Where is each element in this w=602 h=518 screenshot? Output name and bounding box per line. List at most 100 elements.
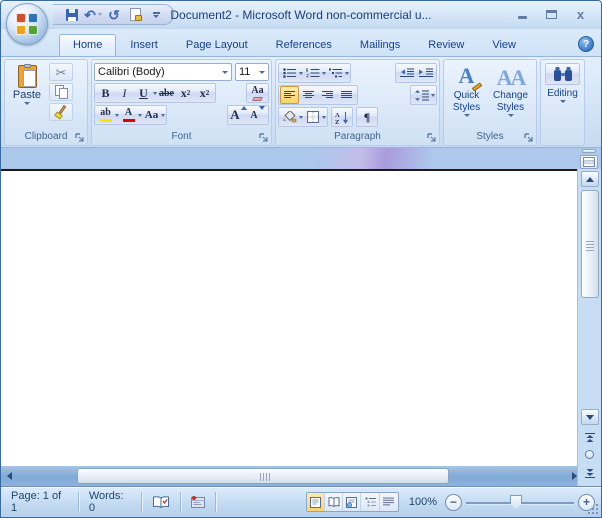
- paragraph-dialog-launcher[interactable]: [427, 133, 437, 143]
- close-button[interactable]: x: [568, 6, 593, 23]
- redo-icon: ↺: [108, 8, 120, 22]
- vertical-scroll-thumb[interactable]: [581, 190, 599, 298]
- increase-indent-button[interactable]: [416, 64, 435, 82]
- superscript-button[interactable]: x2: [195, 84, 214, 102]
- font-name-select[interactable]: Calibri (Body): [94, 63, 232, 81]
- subscript-button[interactable]: x2: [176, 84, 195, 102]
- cut-button[interactable]: ✂: [49, 63, 73, 81]
- clear-formatting-button[interactable]: Aa: [248, 84, 267, 102]
- bold-button[interactable]: B: [96, 84, 115, 102]
- paste-dropdown-arrow-icon[interactable]: [24, 102, 30, 105]
- full-screen-reading-icon: [328, 497, 340, 507]
- shading-button[interactable]: [280, 108, 299, 126]
- scroll-right-button[interactable]: [561, 468, 577, 484]
- shrink-font-button[interactable]: A: [248, 106, 267, 124]
- zoom-slider[interactable]: [466, 494, 574, 511]
- undo-dropdown-arrow-icon[interactable]: [98, 13, 102, 16]
- tab-review[interactable]: Review: [414, 34, 478, 56]
- scroll-up-button[interactable]: [581, 171, 599, 187]
- minimize-button[interactable]: [510, 6, 535, 23]
- format-painter-button[interactable]: [49, 103, 73, 121]
- line-spacing-button[interactable]: [412, 86, 431, 104]
- borders-button[interactable]: [303, 108, 322, 126]
- redo-button[interactable]: ↺: [105, 6, 123, 23]
- draft-view-button[interactable]: [380, 493, 398, 511]
- scroll-down-button[interactable]: [581, 409, 599, 425]
- tab-references[interactable]: References: [262, 34, 346, 56]
- window-controls: x: [510, 6, 593, 23]
- office-button[interactable]: [6, 3, 48, 45]
- bullets-button[interactable]: [280, 64, 299, 82]
- align-right-button[interactable]: [318, 86, 337, 104]
- horizontal-scrollbar[interactable]: [1, 466, 577, 486]
- help-button[interactable]: ?: [578, 36, 594, 52]
- justify-button[interactable]: [337, 86, 356, 104]
- decrease-indent-button[interactable]: [397, 64, 416, 82]
- proofing-status-button[interactable]: [148, 492, 174, 512]
- borders-dropdown-arrow-icon[interactable]: [322, 116, 326, 119]
- next-page-button[interactable]: [581, 465, 599, 481]
- tab-home[interactable]: Home: [59, 34, 116, 56]
- previous-page-button[interactable]: [581, 430, 599, 446]
- show-hide-pilcrow-button[interactable]: ¶: [358, 108, 377, 126]
- copy-button[interactable]: [49, 83, 73, 101]
- draft-view-icon: [383, 497, 394, 507]
- multilevel-list-button[interactable]: [326, 64, 345, 82]
- text-highlight-button[interactable]: ab: [96, 106, 115, 124]
- editing-button[interactable]: Editing: [543, 62, 582, 104]
- vertical-scrollbar[interactable]: [577, 169, 601, 486]
- split-window-handle[interactable]: [582, 149, 596, 153]
- change-case-dropdown-arrow-icon[interactable]: [161, 114, 165, 117]
- maximize-button[interactable]: [539, 6, 564, 23]
- change-styles-button[interactable]: AA Change Styles: [488, 63, 533, 118]
- resize-grip[interactable]: [587, 503, 599, 515]
- next-page-icon: [585, 468, 595, 478]
- tab-insert[interactable]: Insert: [116, 34, 172, 56]
- view-ruler-toggle-button[interactable]: [580, 155, 598, 169]
- zoom-out-button[interactable]: −: [445, 494, 462, 511]
- full-screen-reading-view-button[interactable]: [325, 493, 343, 511]
- page-number-status[interactable]: Page: 1 of 1: [7, 492, 72, 512]
- paste-button[interactable]: Paste: [8, 63, 46, 121]
- quick-styles-button[interactable]: A Quick Styles: [447, 63, 486, 118]
- zoom-level-button[interactable]: 100%: [409, 496, 437, 508]
- print-layout-view-button[interactable]: [307, 493, 325, 511]
- maximize-icon: [546, 10, 557, 19]
- web-layout-view-button[interactable]: [343, 493, 361, 511]
- font-dialog-launcher[interactable]: [259, 133, 269, 143]
- customize-bar-icon: [153, 12, 160, 14]
- strikethrough-button[interactable]: abe: [157, 84, 176, 102]
- grow-font-button[interactable]: A: [229, 106, 248, 124]
- zoom-slider-thumb[interactable]: [510, 495, 522, 510]
- sort-button[interactable]: A Z: [333, 108, 352, 126]
- document-page[interactable]: [1, 169, 577, 466]
- tab-view[interactable]: View: [478, 34, 530, 56]
- tab-mailings[interactable]: Mailings: [346, 34, 414, 56]
- change-styles-icon: AA: [497, 64, 525, 90]
- align-left-button[interactable]: [280, 86, 299, 104]
- macro-record-button[interactable]: [187, 492, 209, 512]
- underline-button[interactable]: U: [134, 84, 153, 102]
- align-center-button[interactable]: [299, 86, 318, 104]
- line-spacing-dropdown-arrow-icon[interactable]: [431, 94, 435, 97]
- save-button[interactable]: [63, 6, 81, 23]
- horizontal-scroll-thumb[interactable]: [77, 468, 449, 484]
- select-browse-object-button[interactable]: [585, 450, 594, 459]
- undo-button[interactable]: ↶: [84, 6, 102, 23]
- font-size-select[interactable]: 11: [235, 63, 269, 81]
- numbering-button[interactable]: [303, 64, 322, 82]
- italic-button[interactable]: I: [115, 84, 134, 102]
- multilevel-dropdown-arrow-icon[interactable]: [345, 72, 349, 75]
- outline-view-button[interactable]: [361, 493, 379, 511]
- scroll-left-button[interactable]: [1, 468, 17, 484]
- word-count-status[interactable]: Words: 0: [85, 492, 135, 512]
- clear-formatting-label: Aa: [251, 86, 263, 96]
- change-case-button[interactable]: Aa: [142, 106, 161, 124]
- font-color-button[interactable]: A: [119, 106, 138, 124]
- tab-page-layout[interactable]: Page Layout: [172, 34, 262, 56]
- clipboard-dialog-launcher[interactable]: [75, 133, 85, 143]
- customize-qat-button[interactable]: [147, 6, 165, 23]
- permission-button[interactable]: [126, 6, 144, 23]
- styles-dialog-launcher[interactable]: [524, 133, 534, 143]
- ribbon: Paste ✂ Clipboard Calibri (Body): [1, 56, 601, 148]
